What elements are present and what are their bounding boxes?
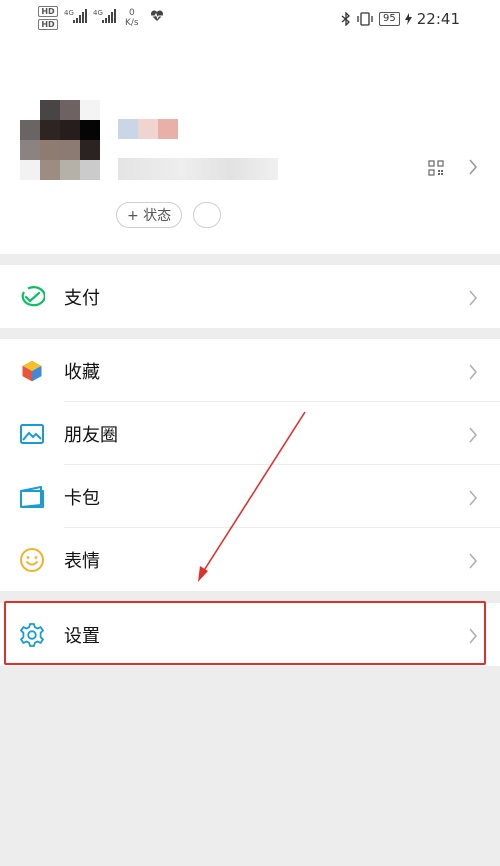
chevron-right-icon	[469, 364, 478, 380]
hd-label-1: HD	[38, 6, 58, 17]
nickname-blurred	[118, 119, 178, 139]
avatar[interactable]	[20, 100, 100, 180]
clock: 22:41	[416, 10, 460, 28]
photo-icon	[20, 424, 44, 444]
chevron-right-icon	[469, 427, 478, 443]
chevron-right-icon	[469, 490, 478, 506]
battery-level: 95	[379, 12, 400, 26]
pay-group: 支付	[0, 265, 500, 328]
status-button[interactable]: + 状态	[116, 202, 183, 228]
network-speed: 0 K/s	[125, 8, 139, 28]
wallet-check-icon	[21, 286, 45, 307]
menu-item-cards[interactable]: 卡包	[0, 465, 500, 528]
menu-item-stickers[interactable]: 表情	[0, 528, 500, 591]
status-right: 95 22:41	[341, 10, 460, 28]
network-speed-value: 0	[128, 8, 135, 18]
menu-item-moments-label: 朋友圈	[64, 424, 118, 446]
chevron-right-icon	[469, 553, 478, 569]
chevron-right-icon[interactable]	[468, 158, 478, 176]
menu-item-settings[interactable]: 设置	[0, 603, 500, 666]
settings-group: 设置	[0, 603, 500, 666]
hd-indicator: HD HD	[38, 6, 58, 32]
card-wallet-icon	[20, 486, 44, 508]
wechat-id-blurred	[118, 158, 278, 180]
network-type-2: 4G	[93, 9, 103, 17]
chevron-right-icon	[469, 628, 478, 644]
menu-item-favorites-label: 收藏	[64, 361, 100, 383]
menu-item-cards-label: 卡包	[64, 487, 100, 509]
network-type-1: 4G	[64, 9, 74, 17]
vibrate-icon	[357, 12, 373, 26]
signal-icon: 4G	[64, 9, 87, 23]
profile-header[interactable]: + 状态	[0, 40, 500, 254]
smiley-icon	[20, 548, 44, 572]
heart-rate-icon	[150, 10, 164, 21]
hd-label-2: HD	[38, 19, 58, 30]
network-speed-unit: K/s	[125, 18, 139, 28]
menu-item-settings-label: 设置	[64, 625, 100, 647]
chevron-right-icon	[469, 290, 478, 306]
menu-item-favorites[interactable]: 收藏	[0, 339, 500, 402]
qr-code-icon[interactable]	[428, 160, 444, 176]
menu-item-pay[interactable]: 支付	[0, 265, 500, 328]
main-menu-group: 收藏 朋友圈 卡包 表情	[0, 339, 500, 591]
more-status-button[interactable]	[193, 202, 221, 228]
gear-icon	[20, 623, 44, 647]
charging-icon	[404, 13, 412, 25]
menu-item-stickers-label: 表情	[64, 550, 100, 572]
status-button-label: + 状态	[127, 208, 172, 224]
cube-icon	[21, 359, 43, 383]
menu-item-moments[interactable]: 朋友圈	[0, 402, 500, 465]
status-bar: HD HD 4G 4G 0 K/s 95 22:41	[0, 0, 500, 40]
signal-icon-2: 4G	[93, 9, 116, 23]
menu-item-pay-label: 支付	[64, 287, 100, 309]
bluetooth-icon	[341, 12, 350, 26]
